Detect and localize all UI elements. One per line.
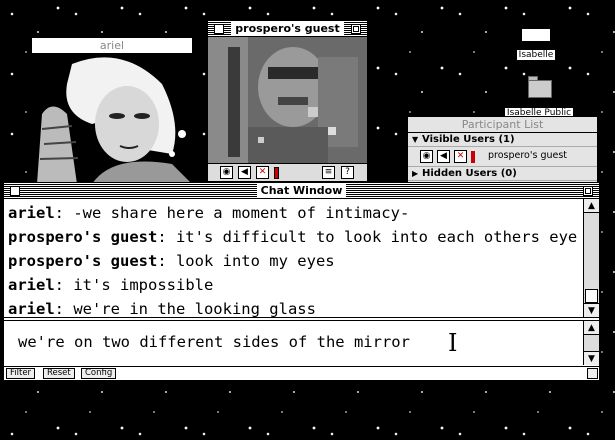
- ariel-video-window[interactable]: ariel: [31, 37, 193, 185]
- guest-title-bar[interactable]: prospero's guest: [208, 21, 367, 37]
- ibeam-cursor-icon: I: [448, 329, 458, 357]
- hidden-users-header[interactable]: ▶ Hidden Users (0): [408, 167, 597, 181]
- volume-level[interactable]: [274, 167, 279, 179]
- chat-bottom-bar: Filter Reset Config: [4, 366, 599, 380]
- disk-icon: [521, 28, 551, 42]
- window-title: Chat Window: [256, 183, 347, 198]
- speaker-icon[interactable]: ◀: [238, 166, 251, 179]
- disclosure-open-icon[interactable]: ▼: [412, 133, 422, 147]
- message-speaker: prospero's guest: [8, 228, 158, 246]
- mute-icon[interactable]: ✕: [256, 166, 269, 179]
- filter-button[interactable]: Filter: [6, 368, 36, 379]
- scroll-thumb[interactable]: [585, 289, 598, 303]
- chat-message: ariel: it's impossible: [8, 273, 579, 297]
- window-title: prospero's guest: [231, 21, 344, 36]
- scroll-down-arrow-icon[interactable]: ▼: [584, 351, 599, 365]
- window-title: Participant List: [461, 118, 544, 131]
- guest-video-feed: [208, 37, 367, 163]
- chat-message: ariel: we're in the looking glass: [8, 297, 579, 317]
- info-icon[interactable]: ≡: [322, 166, 335, 179]
- chat-message: prospero's guest: look into my eyes: [8, 249, 579, 273]
- chat-input-field[interactable]: we're on two different sides of the mirr…: [4, 321, 583, 365]
- transcript-scrollbar[interactable]: ▲ ▼: [583, 199, 599, 317]
- chat-message: ariel: -we share here a moment of intima…: [8, 201, 579, 225]
- participant-list-title-bar[interactable]: Participant List: [408, 117, 597, 133]
- close-box[interactable]: [214, 24, 224, 34]
- chat-message: prospero's guest: it's difficult to look…: [8, 225, 579, 249]
- message-speaker: ariel: [8, 300, 55, 317]
- message-speaker: ariel: [8, 276, 55, 294]
- disclosure-closed-icon[interactable]: ▶: [412, 167, 422, 181]
- reset-button[interactable]: Reset: [43, 368, 75, 379]
- chat-input-text: we're on two different sides of the mirr…: [18, 333, 410, 351]
- volume-level: [471, 151, 475, 163]
- scroll-up-arrow-icon[interactable]: ▲: [584, 321, 599, 335]
- config-button[interactable]: Config: [81, 368, 117, 379]
- window-title: ariel: [99, 39, 125, 52]
- speaker-icon[interactable]: ◀: [437, 150, 450, 163]
- zoom-box[interactable]: [351, 24, 361, 34]
- ariel-title-bar[interactable]: ariel: [32, 38, 192, 54]
- participant-name: prospero's guest: [488, 150, 568, 161]
- message-text: : look into my eyes: [157, 252, 335, 270]
- chat-transcript[interactable]: ariel: -we share here a moment of intima…: [4, 199, 583, 317]
- chat-title-bar[interactable]: Chat Window: [4, 183, 599, 199]
- mute-icon[interactable]: ✕: [454, 150, 467, 163]
- resize-grip-icon[interactable]: [587, 368, 598, 379]
- participant-list-window[interactable]: Participant List ▼ Visible Users (1) ◉ ◀ …: [407, 116, 598, 186]
- message-text: : -we share here a moment of intimacy-: [54, 204, 410, 222]
- hidden-users-label: Hidden Users (0): [422, 168, 517, 179]
- close-box[interactable]: [10, 186, 20, 196]
- guest-video-window[interactable]: prospero's guest ◉ ◀ ✕ ≡ ?: [207, 20, 368, 182]
- scroll-down-arrow-icon[interactable]: ▼: [584, 303, 599, 317]
- visible-users-header[interactable]: ▼ Visible Users (1): [408, 133, 597, 147]
- scroll-up-arrow-icon[interactable]: ▲: [584, 199, 599, 213]
- input-scrollbar[interactable]: ▲ ▼: [583, 321, 599, 365]
- message-text: : it's difficult to look into each other…: [157, 228, 578, 246]
- message-text: : it's impossible: [54, 276, 214, 294]
- isabelle-disk-icon[interactable]: Isabelle: [516, 28, 556, 61]
- zoom-box[interactable]: [583, 186, 593, 196]
- isabelle-public-folder[interactable]: Isabelle Public: [504, 72, 574, 119]
- camera-icon[interactable]: ◉: [220, 166, 233, 179]
- ariel-video-feed: [32, 54, 192, 184]
- chat-window[interactable]: Chat Window ariel: -we share here a mome…: [3, 182, 600, 381]
- message-text: : we're in the looking glass: [54, 300, 316, 317]
- guest-control-bar: ◉ ◀ ✕ ≡ ?: [208, 163, 367, 181]
- participant-row[interactable]: ◉ ◀ ✕ prospero's guest: [408, 147, 597, 167]
- visible-users-label: Visible Users (1): [422, 134, 515, 145]
- help-icon[interactable]: ?: [341, 166, 354, 179]
- desktop-icon-label: Isabelle: [516, 50, 556, 60]
- message-speaker: ariel: [8, 204, 55, 222]
- camera-icon[interactable]: ◉: [420, 150, 433, 163]
- message-speaker: prospero's guest: [8, 252, 158, 270]
- folder-icon: [524, 72, 554, 100]
